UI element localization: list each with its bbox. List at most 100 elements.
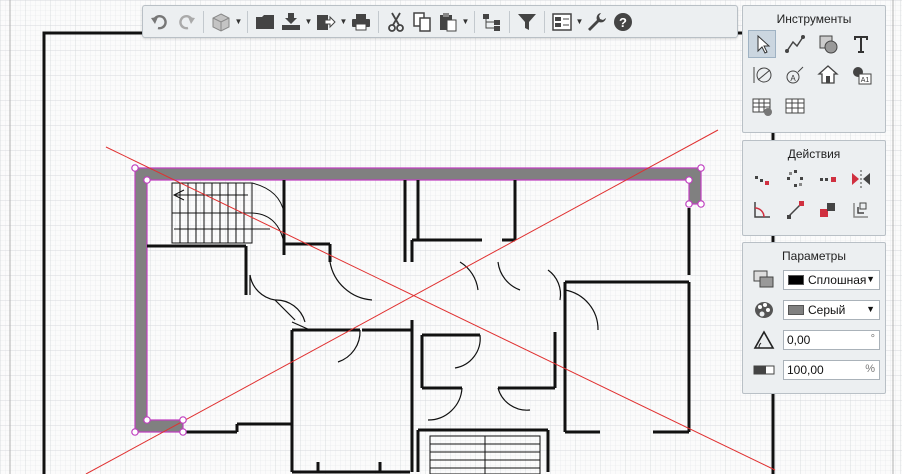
redo-icon	[179, 14, 195, 29]
mirror-icon	[852, 170, 870, 188]
table-tool[interactable]	[781, 92, 809, 120]
layers-dropdown[interactable]: ▼	[575, 9, 584, 35]
copy-points-icon	[820, 177, 836, 182]
hatch-icon	[819, 35, 838, 54]
text-tool[interactable]	[847, 30, 875, 58]
symbol-tool[interactable]	[814, 61, 842, 89]
line-style-select[interactable]: Сплошная ▼	[783, 270, 880, 290]
settings-button[interactable]	[584, 9, 610, 35]
scale-icon	[787, 201, 804, 219]
angle-unit: °	[870, 333, 875, 345]
palette-icon	[751, 299, 777, 321]
house-icon	[817, 65, 839, 84]
select-tool[interactable]	[748, 30, 776, 58]
folder-icon	[256, 14, 274, 29]
svg-text:?: ?	[619, 15, 627, 30]
fill-value: Серый	[808, 303, 846, 317]
angle-action[interactable]	[748, 196, 776, 224]
export-button[interactable]	[313, 9, 339, 35]
toolbar-separator	[509, 10, 510, 33]
tools-panel: Инструменты A A1	[742, 5, 886, 133]
angle-value: 0,00	[787, 333, 811, 347]
line-style-swatch	[788, 275, 804, 285]
title-block-tool[interactable]: A1	[847, 61, 875, 89]
cube-icon	[212, 12, 230, 32]
copy-button[interactable]	[409, 9, 435, 35]
toolbar-separator	[544, 10, 545, 33]
scale-value: 100,00	[787, 363, 824, 377]
toolbar-separator	[247, 10, 248, 33]
svg-text:A: A	[790, 74, 796, 83]
cursor-icon	[757, 34, 771, 54]
scale-input[interactable]: 100,00 %	[783, 360, 880, 380]
dimension-icon	[753, 67, 772, 83]
scale-param-icon	[751, 359, 777, 381]
undo-icon	[151, 14, 167, 29]
layers-button[interactable]	[549, 9, 575, 35]
stretch-action[interactable]	[814, 196, 842, 224]
fill-row: Серый ▼	[743, 295, 885, 325]
rotate-points-icon	[787, 170, 803, 187]
stretch-icon	[820, 203, 835, 217]
polyline-tool[interactable]	[781, 30, 809, 58]
text-icon	[854, 36, 868, 53]
rotate-action[interactable]	[781, 165, 809, 193]
filter-icon	[518, 13, 536, 30]
filter-button[interactable]	[514, 9, 540, 35]
wrench-icon	[588, 12, 606, 31]
hatch-tool[interactable]	[814, 30, 842, 58]
table-edit-tool[interactable]	[748, 92, 776, 120]
scissors-icon	[388, 12, 404, 32]
table-icon	[785, 98, 805, 114]
paste-button[interactable]	[435, 9, 461, 35]
actions-panel: Действия	[742, 140, 886, 236]
title-block-icon: A1	[853, 67, 872, 85]
undo-button[interactable]	[147, 9, 173, 35]
actions-panel-title: Действия	[787, 147, 841, 161]
cut-button[interactable]	[383, 9, 409, 35]
offset-icon	[853, 202, 868, 218]
main-toolbar: ▼ ▼ ▼ ▼ ▼ ?	[142, 5, 738, 38]
label-tool[interactable]: A	[781, 61, 809, 89]
view-3d-button[interactable]	[208, 9, 234, 35]
toolbar-separator	[378, 10, 379, 33]
layers-icon	[552, 12, 572, 31]
chevron-down-icon: ▼	[866, 274, 875, 284]
label-icon: A	[786, 66, 804, 84]
help-button[interactable]: ?	[610, 9, 636, 35]
move-action[interactable]	[748, 165, 776, 193]
copy-icon	[413, 11, 431, 32]
line-style-icon	[751, 269, 777, 291]
view-3d-dropdown[interactable]: ▼	[234, 9, 243, 35]
redo-button[interactable]	[173, 9, 199, 35]
paste-dropdown[interactable]: ▼	[461, 9, 470, 35]
angle-param-icon	[751, 329, 777, 351]
svg-text:A1: A1	[861, 77, 870, 84]
toolbar-separator	[474, 10, 475, 33]
hierarchy-icon	[483, 13, 500, 31]
hierarchy-button[interactable]	[479, 9, 505, 35]
fill-select[interactable]: Серый ▼	[783, 300, 880, 320]
scale-row: 100,00 %	[743, 355, 885, 385]
scale-unit: %	[865, 363, 875, 375]
angle-row: 0,00 °	[743, 325, 885, 355]
import-button[interactable]	[278, 9, 304, 35]
export-dropdown[interactable]: ▼	[339, 9, 348, 35]
import-dropdown[interactable]: ▼	[304, 9, 313, 35]
open-button[interactable]	[252, 9, 278, 35]
angle-input[interactable]: 0,00 °	[783, 330, 880, 350]
offset-action[interactable]	[847, 196, 875, 224]
dimension-tool[interactable]	[748, 61, 776, 89]
fill-swatch	[788, 305, 804, 315]
angle-icon	[754, 202, 770, 218]
copy-action[interactable]	[814, 165, 842, 193]
print-button[interactable]	[348, 9, 374, 35]
export-icon	[317, 14, 336, 30]
parameters-panel-title: Параметры	[782, 249, 846, 263]
mirror-action[interactable]	[847, 165, 875, 193]
move-points-icon	[755, 176, 769, 185]
polyline-icon	[785, 35, 805, 53]
import-icon	[282, 12, 300, 30]
toolbar-separator	[203, 10, 204, 33]
scale-action[interactable]	[781, 196, 809, 224]
